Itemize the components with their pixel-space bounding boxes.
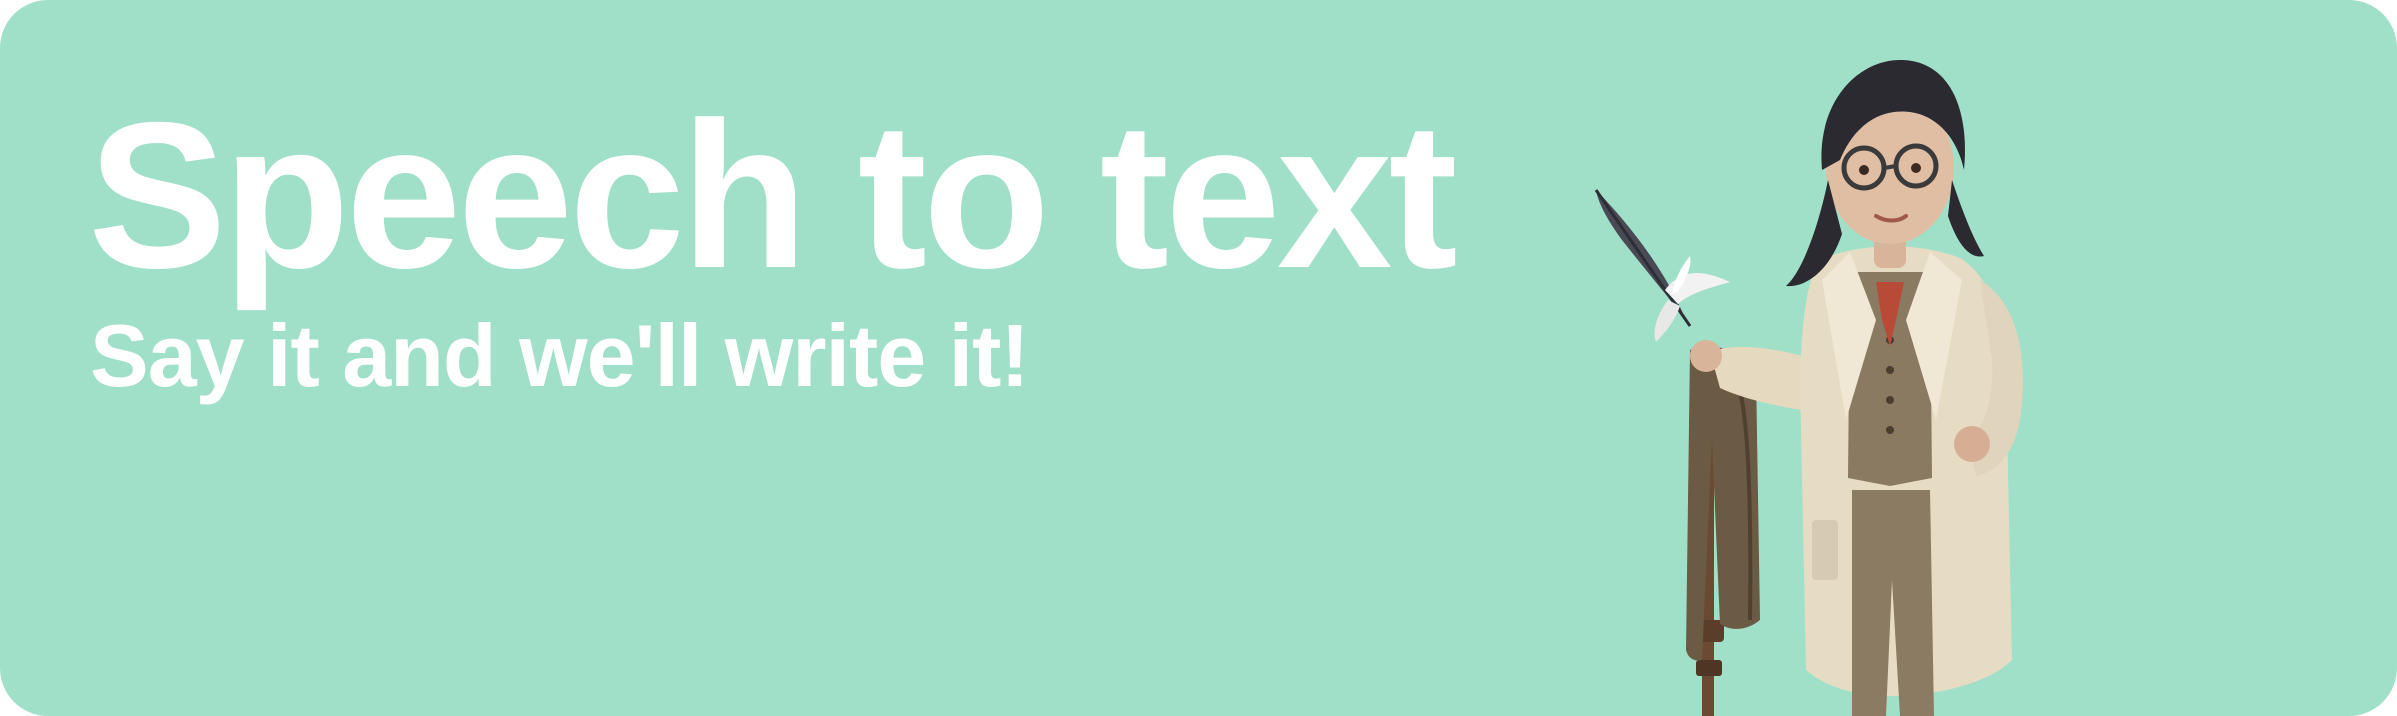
writer-character-illustration (1594, 60, 2023, 716)
banner-title: Speech to text (88, 80, 1458, 312)
quill-icon (1594, 189, 1730, 342)
speech-to-text-banner[interactable]: Speech to text Say it and we'll write it… (0, 0, 2397, 716)
banner-subtitle: Say it and we'll write it! (90, 306, 1030, 405)
